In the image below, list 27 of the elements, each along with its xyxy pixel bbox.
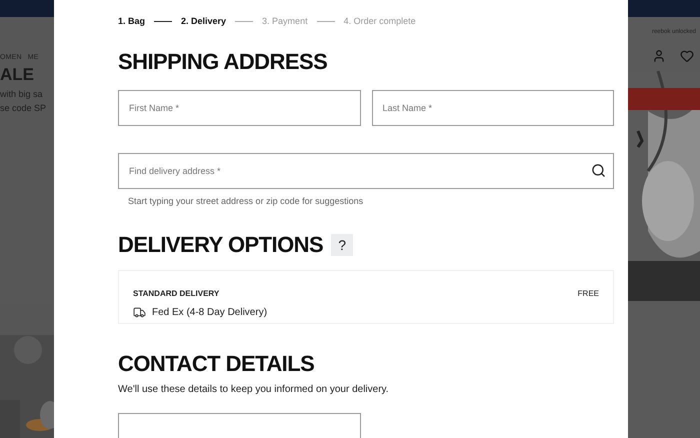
search-icon[interactable]: [591, 162, 606, 178]
promo-text: se code SP: [0, 102, 48, 114]
checkout-step: 2. Delivery: [181, 15, 226, 28]
first-name-field[interactable]: First Name *: [118, 90, 360, 126]
last-name-field[interactable]: Last Name *: [372, 90, 614, 126]
contact-field[interactable]: [118, 413, 361, 438]
section-heading: DELIVERY OPTIONS: [118, 234, 324, 256]
address-field[interactable]: Find delivery address *: [118, 152, 614, 188]
field-hint: Start typing your street address or zip code for suggestions: [128, 194, 364, 208]
delivery-carrier: Fed Ex (4-8 Day Delivery): [152, 306, 268, 320]
sale-headline: ALE: [0, 66, 35, 82]
wishlist-icon[interactable]: [680, 49, 694, 63]
truck-icon: [133, 306, 146, 319]
delivery-option-card[interactable]: STANDARD DELIVERY Fed Ex (4-8 Day Delivery) FREE: [118, 270, 614, 324]
top-bar: [0, 0, 54, 17]
section-heading: CONTACT DETAILS: [118, 353, 316, 376]
promo-text: with big sa: [0, 88, 44, 100]
top-bar: [628, 0, 700, 17]
section-heading: SHIPPING ADDRESS: [118, 50, 328, 72]
checkout-step: 4. Order complete: [344, 15, 416, 28]
contact-note: We'll use these details to keep you informed on your delivery.: [118, 383, 390, 398]
delivery-name: STANDARD DELIVERY: [133, 288, 220, 300]
account-icon[interactable]: [652, 49, 666, 63]
help-button[interactable]: ?: [331, 234, 354, 256]
checkout-step: 1. Bag: [118, 15, 146, 28]
checkout-step: 3. Payment: [262, 15, 308, 28]
delivery-price: FREE: [578, 288, 599, 300]
